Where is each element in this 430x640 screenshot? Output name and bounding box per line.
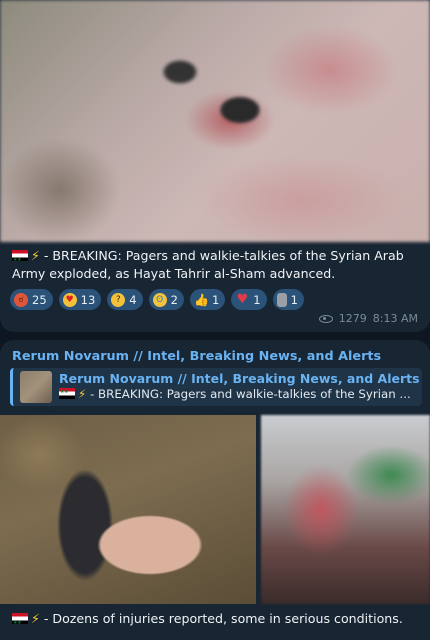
- eye-icon: [318, 314, 333, 323]
- reaction-angry[interactable]: ಠ 25: [10, 289, 53, 310]
- reaction-thinking[interactable]: ? 4: [107, 289, 143, 310]
- lightning-icon: ⚡: [31, 611, 40, 626]
- lightning-icon: ⚡: [78, 387, 87, 401]
- message-caption: ⚡ - Dozens of injuries reported, some in…: [12, 610, 422, 632]
- broken-heart-icon: ♥: [236, 291, 249, 307]
- message-caption: ⚡ - BREAKING: Pagers and walkie-talkies …: [12, 247, 422, 283]
- reaction-crying[interactable]: ʘ 2: [148, 289, 184, 310]
- message-photo[interactable]: [0, 0, 430, 242]
- forwarded-message-preview[interactable]: Rerum Novarum // Intel, Breaking News, a…: [10, 368, 422, 406]
- message-time: 8:13 AM: [372, 312, 418, 325]
- message-meta: 1279 8:13 AM: [318, 312, 418, 325]
- angry-face-icon: ಠ: [14, 292, 28, 307]
- channel-name[interactable]: Rerum Novarum // Intel, Breaking News, a…: [12, 349, 381, 364]
- crying-face-icon: ʘ: [152, 292, 167, 307]
- reaction-moai[interactable]: 1: [272, 289, 304, 310]
- forwarded-thumbnail: [20, 371, 52, 403]
- reaction-thumbs-up[interactable]: 👍 1: [189, 289, 226, 310]
- syria-flag-icon: [12, 250, 28, 269]
- forwarded-channel-name: Rerum Novarum // Intel, Breaking News, a…: [59, 371, 420, 386]
- reaction-heart-eyes[interactable]: ♥ 13: [58, 289, 102, 310]
- heart-eyes-face-icon: ♥: [62, 292, 77, 307]
- forwarded-text: ⚡ - BREAKING: Pagers and walkie-talkies …: [59, 387, 411, 401]
- message-photo[interactable]: [261, 415, 430, 604]
- thinking-face-icon: ?: [111, 292, 126, 307]
- reactions-bar: ಠ 25 ♥ 13 ? 4 ʘ 2 👍 1 ♥ 1 1: [10, 289, 304, 310]
- syria-flag-icon: [12, 613, 28, 632]
- moai-icon: [276, 292, 287, 307]
- lightning-icon: ⚡: [31, 248, 40, 263]
- view-count: 1279: [338, 312, 367, 325]
- message-photo[interactable]: [0, 415, 256, 604]
- thumbs-up-icon: 👍: [193, 292, 209, 307]
- message-bubble: Rerum Novarum // Intel, Breaking News, a…: [0, 340, 430, 640]
- reaction-broken-heart[interactable]: ♥ 1: [231, 289, 267, 310]
- message-bubble: ⚡ - BREAKING: Pagers and walkie-talkies …: [0, 0, 430, 332]
- syria-flag-icon: [59, 388, 75, 399]
